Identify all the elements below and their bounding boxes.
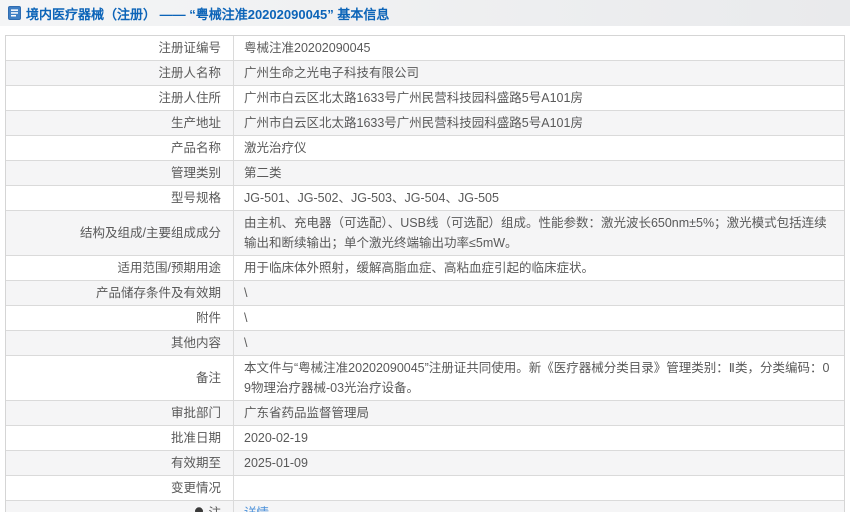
table-row: 审批部门 广东省药品监督管理局	[6, 400, 844, 425]
table-row: 适用范围/预期用途 用于临床体外照射，缓解高脂血症、高粘血症引起的临床症状。	[6, 255, 844, 280]
table-row: 注册证编号 粤械注准20202090045	[6, 36, 844, 60]
row-value: 第二类	[234, 161, 844, 185]
table-row: 型号规格 JG-501、JG-502、JG-503、JG-504、JG-505	[6, 185, 844, 210]
row-label: 审批部门	[6, 401, 234, 425]
row-value: \	[234, 306, 844, 330]
row-label-text: 变更情况	[170, 481, 221, 495]
row-label: 结构及组成/主要组成成分	[6, 211, 234, 255]
row-value: JG-501、JG-502、JG-503、JG-504、JG-505	[234, 186, 844, 210]
row-label-text: 附件	[195, 311, 221, 325]
table-row: 产品储存条件及有效期 \	[6, 280, 844, 305]
row-label-text: 注册人住所	[158, 91, 221, 105]
page-title: 境内医疗器械（注册） —— “粤械注准20202090045” 基本信息	[26, 6, 390, 22]
row-label-text: 注	[208, 503, 221, 512]
row-value-text: \	[244, 311, 248, 325]
row-label-text: 注册人名称	[158, 66, 221, 80]
row-value-text: 广东省药品监督管理局	[244, 406, 370, 420]
info-table: 注册证编号 粤械注准20202090045 注册人名称 广州生命之光电子科技有限…	[5, 35, 845, 512]
row-value-text: 2025-01-09	[244, 456, 308, 470]
row-value: 粤械注准20202090045	[234, 36, 844, 60]
table-row: 备注 本文件与“粤械注准20202090045”注册证共同使用。新《医疗器械分类…	[6, 355, 844, 400]
row-value: 广州市白云区北太路1633号广州民营科技园科盛路5号A101房	[234, 86, 844, 110]
row-value: 激光治疗仪	[234, 136, 844, 160]
row-value: 2020-02-19	[234, 426, 844, 450]
row-value-text: \	[244, 336, 248, 350]
table-row: 注 详情	[6, 500, 844, 512]
row-value-text: 本文件与“粤械注准20202090045”注册证共同使用。新《医疗器械分类目录》…	[244, 361, 830, 395]
row-label: 注册人名称	[6, 61, 234, 85]
table-row: 附件 \	[6, 305, 844, 330]
row-label-text: 有效期至	[170, 456, 221, 470]
table-row: 管理类别 第二类	[6, 160, 844, 185]
row-value-text: 广州生命之光电子科技有限公司	[244, 66, 420, 80]
table-row: 产品名称 激光治疗仪	[6, 135, 844, 160]
row-label-text: 管理类别	[170, 166, 221, 180]
pin-icon	[194, 506, 204, 512]
row-label-text: 产品名称	[170, 141, 221, 155]
row-label: 有效期至	[6, 451, 234, 475]
table-row: 其他内容 \	[6, 330, 844, 355]
table-row: 结构及组成/主要组成成分 由主机、充电器（可选配）、USB线（可选配）组成。性能…	[6, 210, 844, 255]
row-value: 本文件与“粤械注准20202090045”注册证共同使用。新《医疗器械分类目录》…	[234, 356, 844, 400]
table-row: 注册人住所 广州市白云区北太路1633号广州民营科技园科盛路5号A101房	[6, 85, 844, 110]
row-label-text: 结构及组成/主要组成成分	[80, 226, 221, 240]
row-label: 产品储存条件及有效期	[6, 281, 234, 305]
table-row: 注册人名称 广州生命之光电子科技有限公司	[6, 60, 844, 85]
row-label: 产品名称	[6, 136, 234, 160]
row-label: 型号规格	[6, 186, 234, 210]
details-link[interactable]: 详情	[244, 503, 269, 512]
row-label: 注册人住所	[6, 86, 234, 110]
row-value: 广州市白云区北太路1633号广州民营科技园科盛路5号A101房	[234, 111, 844, 135]
row-value-text: JG-501、JG-502、JG-503、JG-504、JG-505	[244, 191, 499, 205]
row-value-text: 广州市白云区北太路1633号广州民营科技园科盛路5号A101房	[244, 116, 583, 130]
row-label-text: 备注	[195, 371, 221, 385]
row-value-text: 激光治疗仪	[244, 141, 307, 155]
row-label-text: 适用范围/预期用途	[117, 261, 221, 275]
row-value-text: 第二类	[244, 166, 282, 180]
row-value	[234, 476, 844, 500]
row-value: 广东省药品监督管理局	[234, 401, 844, 425]
row-label-text: 型号规格	[170, 191, 221, 205]
row-value: 2025-01-09	[234, 451, 844, 475]
row-label: 管理类别	[6, 161, 234, 185]
page-header: 境内医疗器械（注册） —— “粤械注准20202090045” 基本信息	[0, 0, 850, 26]
table-row: 生产地址 广州市白云区北太路1633号广州民营科技园科盛路5号A101房	[6, 110, 844, 135]
table-row: 有效期至 2025-01-09	[6, 450, 844, 475]
row-value-text: 用于临床体外照射，缓解高脂血症、高粘血症引起的临床症状。	[244, 261, 595, 275]
row-label: 批准日期	[6, 426, 234, 450]
row-label: 备注	[6, 356, 234, 400]
row-label: 注册证编号	[6, 36, 234, 60]
row-label-text: 生产地址	[170, 116, 221, 130]
row-label: 注	[6, 501, 234, 512]
row-label-text: 其他内容	[170, 336, 221, 350]
row-label-text: 批准日期	[170, 431, 221, 445]
row-value-text: 广州市白云区北太路1633号广州民营科技园科盛路5号A101房	[244, 91, 583, 105]
row-label: 适用范围/预期用途	[6, 256, 234, 280]
row-label: 附件	[6, 306, 234, 330]
table-row: 批准日期 2020-02-19	[6, 425, 844, 450]
row-label: 生产地址	[6, 111, 234, 135]
row-value: 广州生命之光电子科技有限公司	[234, 61, 844, 85]
row-value: 用于临床体外照射，缓解高脂血症、高粘血症引起的临床症状。	[234, 256, 844, 280]
row-value: \	[234, 281, 844, 305]
row-label-text: 产品储存条件及有效期	[95, 286, 221, 300]
row-value: 由主机、充电器（可选配）、USB线（可选配）组成。性能参数：激光波长650nm±…	[234, 211, 844, 255]
row-label-text: 注册证编号	[158, 41, 221, 55]
row-value: \	[234, 331, 844, 355]
document-icon	[8, 6, 21, 20]
row-value-text: 2020-02-19	[244, 431, 308, 445]
row-value-text: 粤械注准20202090045	[244, 41, 371, 55]
row-value-text: \	[244, 286, 248, 300]
table-row: 变更情况	[6, 475, 844, 500]
row-label: 其他内容	[6, 331, 234, 355]
row-value: 详情	[234, 501, 844, 512]
row-label-text: 审批部门	[170, 406, 221, 420]
row-label: 变更情况	[6, 476, 234, 500]
row-value-text: 由主机、充电器（可选配）、USB线（可选配）组成。性能参数：激光波长650nm±…	[244, 216, 827, 250]
